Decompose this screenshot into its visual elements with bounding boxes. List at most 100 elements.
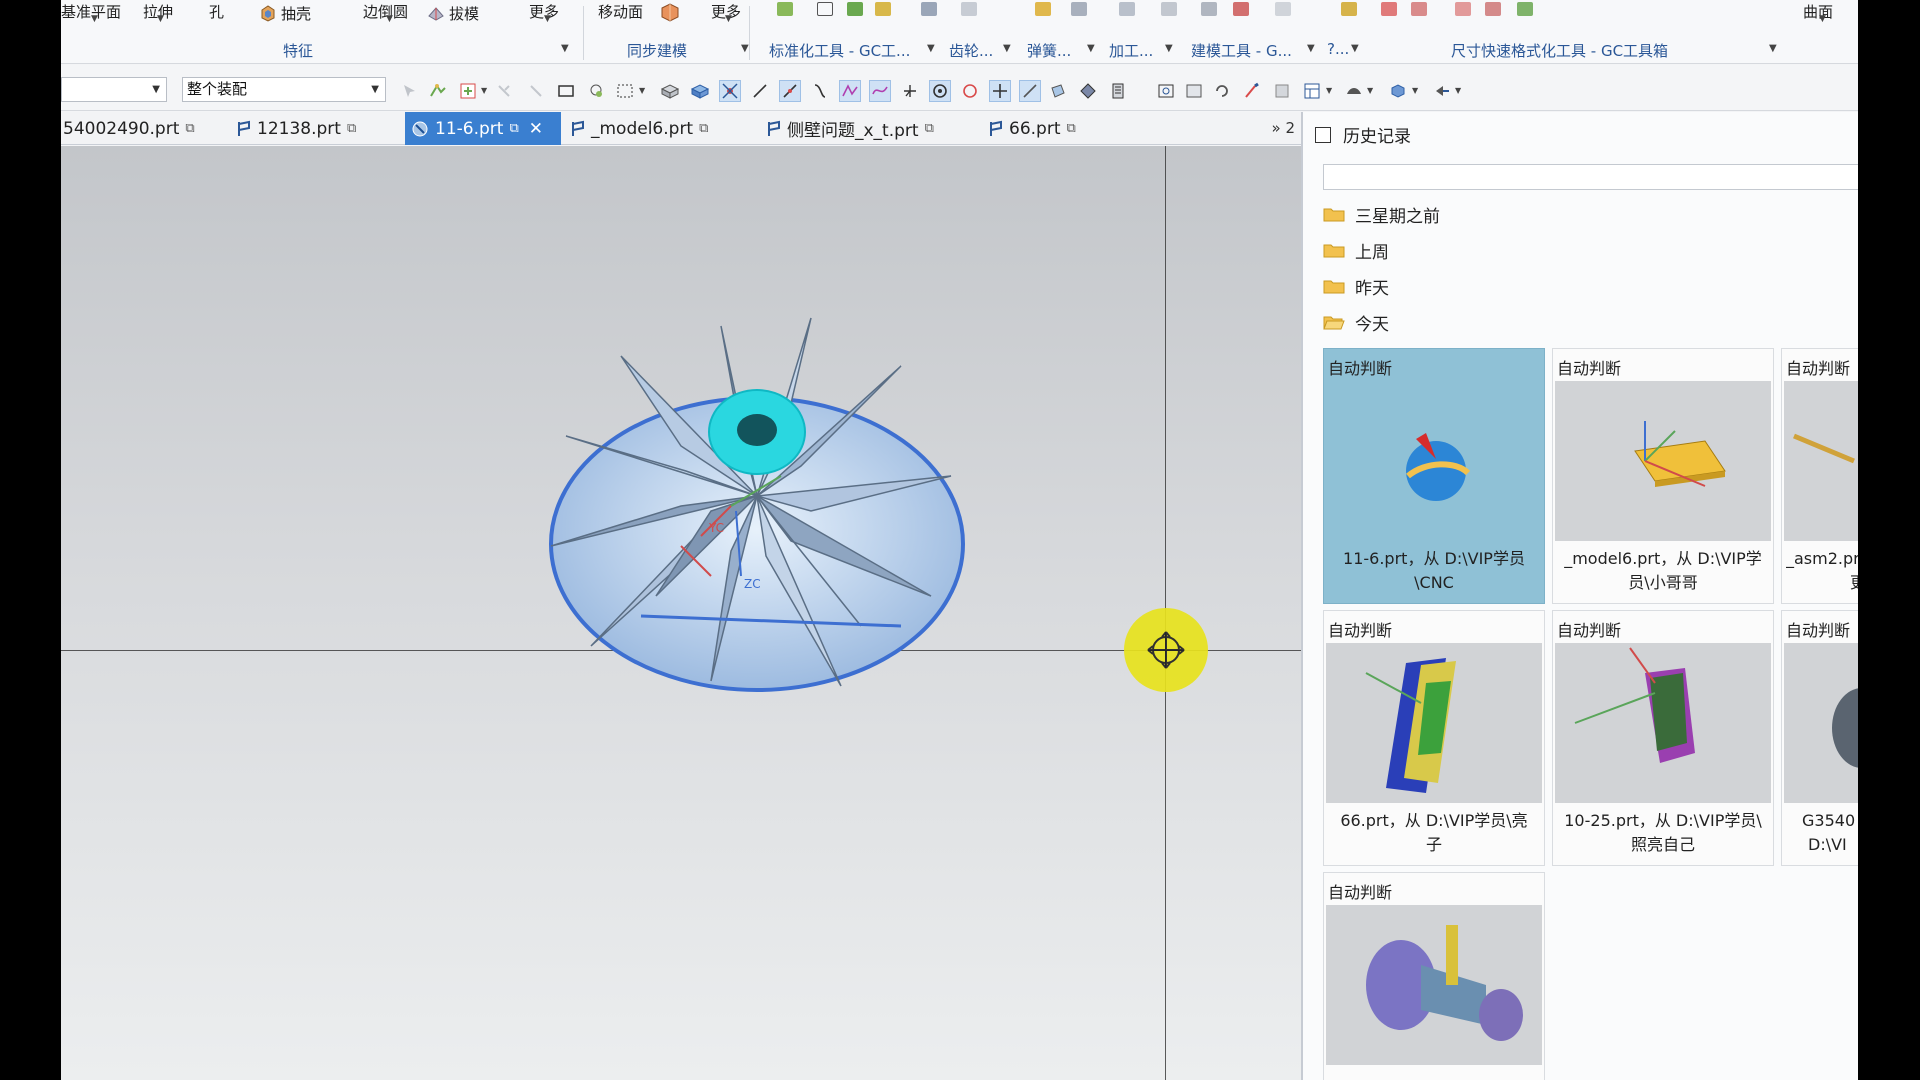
graphics-viewport[interactable]: YC ZC [61,146,1301,1080]
history-card[interactable]: 自动判断 66.prt，从 D:\VIP学员\亮 子 [1323,610,1545,866]
center-snap-icon[interactable] [929,80,951,102]
external-link-icon[interactable]: ⧉ [347,121,356,136]
move-face-command[interactable]: 移动面 [598,0,643,22]
point-on-curve-icon[interactable] [1019,80,1041,102]
bounded-grid-icon[interactable] [1077,80,1099,102]
lasso-select-icon[interactable] [585,80,607,102]
table-icon[interactable] [921,2,937,16]
draft-command[interactable]: 拔模 [427,2,479,24]
external-link-icon[interactable]: ⧉ [925,121,934,136]
zoom-icon[interactable] [1183,80,1205,102]
chevron-down-icon[interactable]: ▼ [1367,86,1373,95]
snap-points-icon[interactable] [719,80,741,102]
tab-11-6[interactable]: 11-6.prt ⧉ ✕ [405,112,561,145]
book-icon[interactable] [1107,80,1129,102]
tab-sidewall[interactable]: 侧壁问题_x_t.prt ⧉ [767,112,957,145]
dimension-icon[interactable] [1455,2,1471,16]
tab-overflow-button[interactable]: » 2 [1272,119,1296,137]
external-link-icon[interactable]: ⧉ [699,121,708,136]
history-card[interactable]: 自动判断 11-6.prt，从 D:\VIP学员 \CNC [1323,348,1545,604]
chevron-down-icon[interactable]: ▼ [725,14,732,24]
dimension-icon[interactable] [1411,2,1427,16]
external-link-icon[interactable]: ⧉ [509,121,518,136]
select-icon[interactable] [399,80,421,102]
background-icon[interactable] [1343,80,1365,102]
face-snap-icon[interactable] [1047,80,1069,102]
history-card[interactable]: 自动判断 G3540 D:\VI [1781,610,1858,866]
dimension-icon[interactable] [1485,2,1501,16]
move-face-icon[interactable] [659,2,681,22]
chevron-down-icon[interactable]: ▼ [481,86,487,95]
control-point-icon[interactable] [839,80,861,102]
chevron-down-icon[interactable]: ▼ [91,14,98,24]
fit-view-icon[interactable] [1155,80,1177,102]
history-card[interactable]: 自动判断 _asm2.pr 更 [1781,348,1858,604]
history-group-today[interactable]: 今天 [1323,308,1389,336]
history-search-input[interactable] [1323,164,1858,190]
tool-icon[interactable] [1341,2,1357,16]
external-link-icon[interactable]: ⧉ [1066,121,1075,136]
chevron-down-icon[interactable]: ▼ [544,14,551,24]
shell-command[interactable]: 抽壳 [259,2,311,24]
history-card[interactable]: 自动判断 [1323,872,1545,1080]
tab-model6[interactable]: _model6.prt ⧉ [571,112,723,145]
spline-snap-icon[interactable] [869,80,891,102]
modeling-tool-icon[interactable] [1161,2,1177,16]
rectangle-select-icon[interactable] [555,80,577,102]
chevron-down-icon[interactable]: ▼ [157,14,164,24]
history-card[interactable]: 自动判断 10-25.prt，从 D:\VIP学员\ 照亮自己 [1552,610,1774,866]
tab-54002490[interactable]: 54002490.prt ⧉ [61,112,199,145]
filter-icon[interactable] [525,80,547,102]
curve-snap-icon[interactable] [809,80,831,102]
close-tab-icon[interactable]: ✕ [529,119,543,139]
modeling-tool-icon[interactable] [1119,2,1135,16]
history-group-yesterday[interactable]: 昨天 [1323,272,1389,300]
line-snap-icon[interactable] [749,80,771,102]
dimension-icon[interactable] [1517,2,1533,16]
tab-66[interactable]: 66.prt ⧉ [989,112,1099,145]
filter-icon[interactable] [493,80,515,102]
chevron-down-icon[interactable]: ▼ [386,14,393,24]
marquee-select-icon[interactable] [614,80,636,102]
perpendicular-icon[interactable] [899,80,921,102]
surface-command[interactable]: 曲面 [1803,0,1833,22]
view-orient-icon[interactable] [1431,80,1453,102]
spring-icon[interactable] [1035,2,1051,16]
history-group-last-week[interactable]: 上周 [1323,236,1389,264]
chevron-down-icon[interactable]: ▼ [1769,43,1777,54]
tolerance-icon[interactable] [1275,2,1291,16]
midpoint-snap-icon[interactable] [779,80,801,102]
assembly-scope-combo[interactable]: 整个装配 ▼ [182,77,386,102]
report-icon[interactable] [1201,2,1217,16]
pan-icon[interactable] [1241,80,1263,102]
type-filter-combo[interactable]: ▼ [61,77,167,102]
gc-tool-icon[interactable] [875,2,891,16]
history-card[interactable]: 自动判断 _model6.prt，从 D:\VIP学 员\小哥哥 [1552,348,1774,604]
machining-icon[interactable] [1071,2,1087,16]
solid-body-icon[interactable] [659,80,681,102]
layout-icon[interactable] [1301,80,1323,102]
pencil-icon[interactable] [1381,2,1397,16]
chevron-down-icon[interactable]: ▼ [1326,86,1332,95]
chevron-down-icon[interactable]: ▼ [1412,86,1418,95]
rectangle-icon[interactable] [817,2,833,16]
quadrant-snap-icon[interactable] [959,80,981,102]
chevron-down-icon[interactable]: ▼ [1003,43,1011,54]
chevron-down-icon[interactable]: ▼ [1307,43,1315,54]
rotate-icon[interactable] [1211,80,1233,102]
render-style-icon[interactable] [1271,80,1293,102]
shaded-view-icon[interactable] [1387,80,1409,102]
select-box-icon[interactable] [457,80,479,102]
chevron-down-icon[interactable]: ▼ [561,43,569,54]
chevron-down-icon[interactable]: ▼ [927,43,935,54]
chevron-down-icon[interactable]: ▼ [1087,43,1095,54]
chevron-down-icon[interactable]: ▼ [639,86,645,95]
chart-icon[interactable] [1233,2,1249,16]
shaded-body-icon[interactable] [689,80,711,102]
external-link-icon[interactable]: ⧉ [185,121,194,136]
chevron-down-icon[interactable]: ▼ [1351,43,1359,54]
gc-tool-icon[interactable] [847,2,863,16]
chevron-down-icon[interactable]: ▼ [1165,43,1173,54]
gear-tool-icon[interactable] [961,2,977,16]
chevron-down-icon[interactable]: ▼ [1819,14,1826,24]
